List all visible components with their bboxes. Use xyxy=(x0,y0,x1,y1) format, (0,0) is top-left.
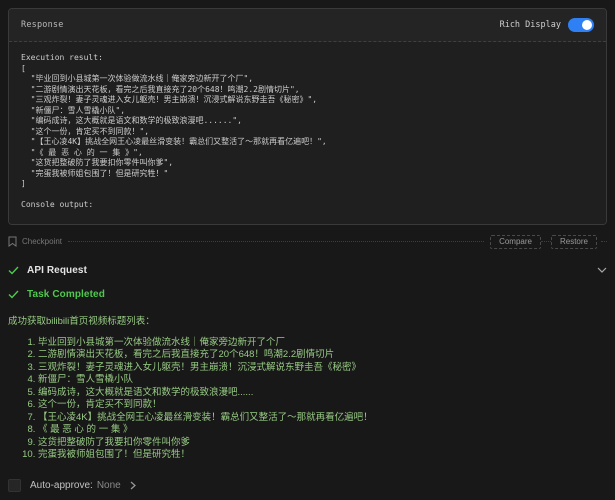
chevron-down-icon[interactable] xyxy=(597,267,607,273)
task-completed-label: Task Completed xyxy=(27,289,105,300)
response-panel: Response Rich Display Execution result: … xyxy=(8,8,607,225)
list-item: 三观炸裂！妻子灵魂进入女儿躯壳！男主崩溃！沉浸式解说东野圭吾《秘密》 xyxy=(38,362,607,375)
auto-approve-label: Auto-approve: xyxy=(30,480,93,491)
list-item: 这个一份，肯定买不到同款！ xyxy=(38,399,607,412)
execution-output-area: Execution result: [ "毕业回到小县城第一次体验做流水线｜俺家… xyxy=(9,42,606,224)
auto-approve-value: None xyxy=(97,480,121,491)
api-request-row[interactable]: API Request xyxy=(8,265,607,276)
api-request-label: API Request xyxy=(27,265,87,276)
toggle-knob xyxy=(582,20,592,30)
execution-pre: Execution result: [ "毕业回到小县城第一次体验做流水线｜俺家… xyxy=(21,53,594,211)
rich-display-toggle[interactable] xyxy=(568,18,594,32)
list-item: 毕业回到小县城第一次体验做流水线｜俺家旁边新开了个厂 xyxy=(38,337,607,350)
checkpoint-row: Checkpoint Compare Restore xyxy=(8,234,607,250)
auto-approve-checkbox[interactable] xyxy=(8,479,21,492)
video-title-list: 毕业回到小县城第一次体验做流水线｜俺家旁边新开了个厂二游剧情演出天花板，看完之后… xyxy=(8,337,607,462)
task-result-summary: 成功获取bilibili首页视频标题列表： xyxy=(8,315,607,328)
list-item: 完蛋我被师姐包围了！但是研究牲！ xyxy=(38,449,607,462)
bookmark-icon xyxy=(8,236,17,247)
list-item: 编码成诗，这大概就是语文和数学的极致浪漫吧...... xyxy=(38,387,607,400)
list-item: 这货把整破防了我要扣你零件叫你爹 xyxy=(38,437,607,450)
list-item: 二游剧情演出天花板，看完之后我直接充了20个648！鸣潮2.2剧情切片 xyxy=(38,349,607,362)
restore-button[interactable]: Restore xyxy=(551,235,597,249)
chat-response-view: Response Rich Display Execution result: … xyxy=(0,0,615,500)
check-icon xyxy=(8,266,19,275)
checkpoint-label: Checkpoint xyxy=(22,237,62,246)
auto-approve-bar[interactable]: Auto-approve: None xyxy=(0,470,615,500)
task-completed-row: Task Completed xyxy=(8,289,607,300)
list-item: 【王心凌4K】挑战全网王心凌最丝滑变装！霸总们又整活了～那就再看亿遍吧！ xyxy=(38,412,607,425)
list-item: 《 最 恶 心 的 一 集 》 xyxy=(38,424,607,437)
check-icon xyxy=(8,290,19,299)
rich-display-label: Rich Display xyxy=(500,20,561,30)
response-panel-header: Response Rich Display xyxy=(9,9,606,42)
checkpoint-divider xyxy=(68,241,484,242)
list-item: 新僵尸：雪人雪橇小队 xyxy=(38,374,607,387)
response-title: Response xyxy=(21,20,64,30)
compare-button[interactable]: Compare xyxy=(490,235,541,249)
chevron-right-icon[interactable] xyxy=(130,481,136,490)
